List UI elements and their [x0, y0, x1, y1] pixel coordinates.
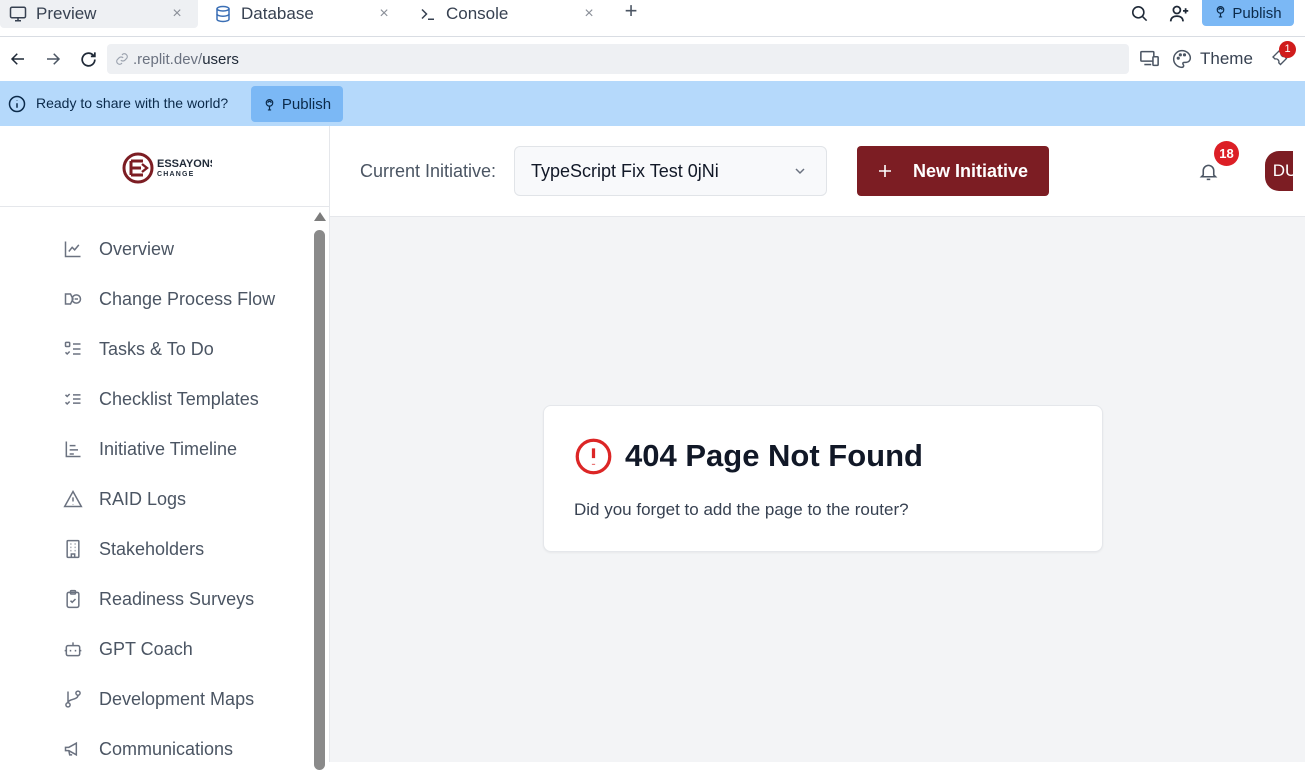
notification-count-badge: 18 [1214, 141, 1239, 166]
main-content: 404 Page Not Found Did you forget to add… [330, 217, 1305, 762]
sidebar-item-label: Overview [99, 238, 175, 259]
clipboard-check-icon [62, 588, 84, 610]
bell-icon[interactable] [1198, 161, 1220, 183]
tab-preview[interactable]: Preview × [0, 0, 198, 28]
close-icon[interactable]: × [580, 4, 598, 24]
alert-triangle-icon [62, 488, 84, 510]
link-icon [115, 52, 129, 66]
url-input[interactable]: .replit.dev/users [107, 44, 1129, 74]
tab-label: Console [446, 4, 509, 23]
sidebar-item-label: Readiness Surveys [99, 588, 255, 609]
terminal-icon [418, 4, 438, 24]
sidebar-item-label: Stakeholders [99, 538, 205, 559]
sidebar-item-label: Change Process Flow [99, 288, 276, 309]
database-icon [213, 4, 233, 24]
sidebar-item-gpt-coach[interactable]: GPT Coach [62, 634, 193, 664]
sidebar-item-label: Tasks & To Do [99, 338, 214, 359]
megaphone-icon [62, 738, 84, 760]
divider [0, 206, 330, 207]
sidebar-item-readiness-surveys[interactable]: Readiness Surveys [62, 584, 254, 614]
current-initiative-label: Current Initiative: [360, 161, 497, 181]
tab-label: Database [241, 4, 314, 23]
scroll-thumb[interactable] [314, 230, 325, 770]
search-icon[interactable] [1128, 2, 1150, 24]
info-icon [8, 95, 26, 113]
palette-icon [1172, 49, 1192, 69]
publish-icon [263, 97, 276, 112]
sidebar-scrollbar[interactable] [313, 212, 326, 770]
svg-text:ESSAYONS: ESSAYONS [157, 158, 212, 170]
sidebar-item-label: Checklist Templates [99, 388, 259, 409]
tab-console[interactable]: Console × [410, 0, 610, 28]
banner-publish-button[interactable]: Publish [251, 86, 343, 122]
not-found-card: 404 Page Not Found Did you forget to add… [543, 405, 1103, 552]
list-todo-icon [62, 338, 84, 360]
selected-initiative: TypeScript Fix Test 0jNi [531, 160, 719, 181]
close-icon[interactable]: × [168, 4, 186, 24]
avatar-initials: DU [1272, 161, 1293, 180]
banner-text: Ready to share with the world? [36, 95, 229, 111]
chevron-down-icon [792, 163, 808, 179]
timeline-icon [62, 438, 84, 460]
page-title: 404 Page Not Found [625, 438, 923, 473]
url-path: users [202, 50, 239, 68]
publish-button[interactable]: Publish [1202, 0, 1294, 26]
publish-icon [1214, 4, 1227, 23]
sidebar-item-communications[interactable]: Communications [62, 734, 233, 764]
publish-banner: Ready to share with the world? Publish [0, 81, 1305, 126]
page-description: Did you forget to add the page to the ro… [574, 500, 909, 519]
alert-circle-icon [574, 437, 613, 476]
git-branch-icon [62, 688, 84, 710]
tab-database[interactable]: Database × [205, 0, 405, 28]
back-arrow-icon[interactable] [8, 49, 28, 69]
forward-arrow-icon[interactable] [43, 49, 63, 69]
sidebar-item-development-maps[interactable]: Development Maps [62, 684, 254, 714]
sidebar-item-overview[interactable]: Overview [62, 234, 174, 264]
theme-label: Theme [1200, 49, 1253, 68]
publish-label: Publish [1232, 4, 1282, 22]
svg-text:CHANGE: CHANGE [157, 171, 195, 178]
sidebar-item-label: Development Maps [99, 688, 255, 709]
chart-line-icon [62, 238, 84, 260]
essayons-logo[interactable]: ESSAYONS CHANGE [122, 151, 217, 185]
tab-label: Preview [36, 4, 97, 23]
plus-icon [877, 163, 893, 179]
url-host: .replit.dev/ [133, 50, 203, 68]
sidebar-item-checklist-templates[interactable]: Checklist Templates [62, 384, 259, 414]
address-bar-row: .replit.dev/users Theme [0, 37, 1305, 81]
invite-user-icon[interactable] [1168, 2, 1190, 24]
sidebar-item-raid-logs[interactable]: RAID Logs [62, 484, 186, 514]
initiative-select[interactable]: TypeScript Fix Test 0jNi [514, 146, 827, 196]
sidebar-item-initiative-timeline[interactable]: Initiative Timeline [62, 434, 237, 464]
app-header: Current Initiative: TypeScript Fix Test … [330, 126, 1305, 217]
sidebar-item-label: GPT Coach [99, 638, 193, 659]
scroll-up-arrow-icon[interactable] [314, 212, 326, 221]
browser-tab-bar: Preview × Database × Console × + Publish [0, 0, 1305, 37]
avatar[interactable]: DU [1265, 151, 1293, 191]
sidebar-item-label: RAID Logs [99, 488, 187, 509]
devices-icon[interactable] [1139, 49, 1161, 69]
monitor-icon [8, 4, 28, 24]
bot-icon [62, 638, 84, 660]
list-checks-icon [62, 388, 84, 410]
tools-badge: 1 [1279, 41, 1296, 58]
new-initiative-label: New Initiative [913, 160, 1029, 181]
theme-button[interactable]: Theme [1172, 47, 1253, 71]
new-tab-button[interactable]: + [620, 0, 642, 24]
close-icon[interactable]: × [375, 4, 393, 24]
sidebar-item-label: Initiative Timeline [99, 438, 238, 459]
sidebar-item-change-process-flow[interactable]: Change Process Flow [62, 284, 275, 314]
sidebar-item-stakeholders[interactable]: Stakeholders [62, 534, 204, 564]
sidebar-item-tasks[interactable]: Tasks & To Do [62, 334, 214, 364]
process-flow-icon [62, 288, 84, 310]
sidebar-item-label: Communications [99, 738, 234, 759]
new-initiative-button[interactable]: New Initiative [857, 146, 1049, 196]
sidebar: ESSAYONS CHANGE Overview Change Process … [0, 126, 330, 770]
building-icon [62, 538, 84, 560]
reload-icon[interactable] [78, 49, 98, 69]
publish-label: Publish [281, 95, 332, 113]
